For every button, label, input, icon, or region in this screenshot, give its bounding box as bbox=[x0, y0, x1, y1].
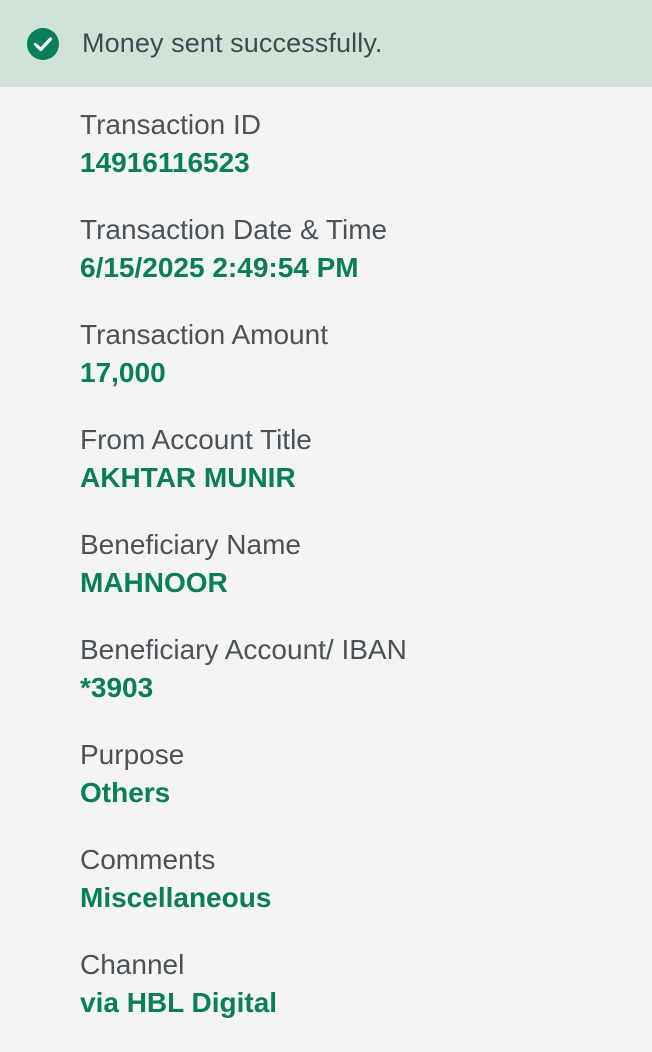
detail-value: Miscellaneous bbox=[80, 882, 272, 913]
detail-label: Beneficiary Name bbox=[80, 529, 301, 560]
detail-value: 6/15/2025 2:49:54 PM bbox=[80, 252, 359, 283]
detail-row-date-time: Transaction Date & Time 6/15/2025 2:49:5… bbox=[80, 212, 652, 317]
detail-label: Comments bbox=[80, 844, 216, 875]
detail-row-comments: Comments Miscellaneous bbox=[80, 842, 652, 947]
detail-row-transaction-id: Transaction ID 14916116523 bbox=[80, 107, 652, 212]
transaction-details: Transaction ID 14916116523 Transaction D… bbox=[0, 87, 652, 1052]
detail-label: From Account Title bbox=[80, 424, 312, 455]
detail-value: via HBL Digital bbox=[80, 987, 278, 1018]
check-circle-icon bbox=[26, 27, 60, 61]
detail-row-channel: Channel via HBL Digital bbox=[80, 947, 652, 1052]
detail-label: Transaction ID bbox=[80, 109, 262, 140]
success-message: Money sent successfully. bbox=[82, 28, 383, 58]
detail-row-from-account: From Account Title AKHTAR MUNIR bbox=[80, 422, 652, 527]
detail-value: 14916116523 bbox=[80, 147, 250, 178]
success-banner: Money sent successfully. bbox=[0, 0, 652, 87]
detail-row-beneficiary-account: Beneficiary Account/ IBAN *3903 bbox=[80, 632, 652, 737]
detail-label: Transaction Date & Time bbox=[80, 214, 388, 245]
detail-row-amount: Transaction Amount 17,000 bbox=[80, 317, 652, 422]
detail-label: Beneficiary Account/ IBAN bbox=[80, 634, 407, 665]
detail-row-purpose: Purpose Others bbox=[80, 737, 652, 842]
detail-value: *3903 bbox=[80, 672, 154, 703]
detail-value: MAHNOOR bbox=[80, 567, 228, 598]
detail-label: Transaction Amount bbox=[80, 319, 328, 350]
detail-label: Channel bbox=[80, 949, 185, 980]
detail-value: AKHTAR MUNIR bbox=[80, 462, 296, 493]
detail-label: Purpose bbox=[80, 739, 185, 770]
detail-row-beneficiary-name: Beneficiary Name MAHNOOR bbox=[80, 527, 652, 632]
detail-value: 17,000 bbox=[80, 357, 166, 388]
detail-value: Others bbox=[80, 777, 171, 808]
